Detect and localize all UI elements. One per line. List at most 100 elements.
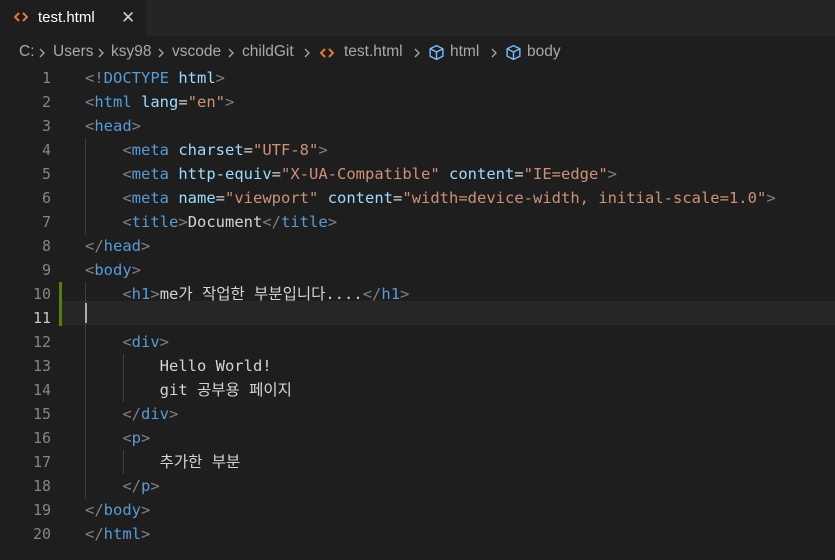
breadcrumb-item-drive[interactable]: C:	[19, 43, 35, 61]
tab-bar: test.html ✕	[0, 0, 835, 36]
code-line[interactable]: 16 <p>	[0, 426, 835, 450]
code-token: head	[103, 237, 141, 255]
html-file-icon	[14, 12, 28, 22]
code-text: <head>	[85, 114, 141, 138]
code-line[interactable]: 6 <meta name="viewport" content="width=d…	[0, 186, 835, 210]
code-line[interactable]: 5 <meta http-equiv="X-UA-Compatible" con…	[0, 162, 835, 186]
code-token: http-equiv	[178, 165, 272, 183]
code-token: <!	[85, 69, 104, 87]
code-token: </	[85, 525, 104, 543]
code-token: </	[122, 405, 141, 423]
line-number: 18	[32, 477, 51, 495]
code-token: >	[159, 333, 170, 351]
code-token: >	[141, 501, 151, 519]
code-line[interactable]: 20 </html>	[0, 522, 835, 546]
code-editor[interactable]: 1 <!DOCTYPE html> 2 <html lang="en"> 3 <head>…	[0, 66, 835, 560]
code-line[interactable]: 9 <body>	[0, 258, 835, 282]
code-token: Hello World!	[85, 357, 272, 375]
code-token: >	[327, 213, 338, 231]
code-text: <div>	[85, 330, 169, 354]
code-line[interactable]: 1 <!DOCTYPE html>	[0, 66, 835, 90]
breadcrumb-item-file[interactable]: test.html	[344, 43, 403, 61]
code-token: >	[141, 429, 151, 447]
chevron-right-icon	[228, 48, 234, 58]
code-line[interactable]: 8 </head>	[0, 234, 835, 258]
code-line[interactable]: 11	[0, 306, 835, 330]
code-line[interactable]: 7 <title>Document</title>	[0, 210, 835, 234]
code-text: <p>	[85, 426, 150, 450]
code-token: =	[243, 141, 254, 159]
code-token: "X-UA-Compatible"	[281, 165, 440, 183]
code-token: =	[215, 189, 226, 207]
code-token: meta	[131, 141, 169, 159]
code-token: </	[122, 477, 141, 495]
breadcrumb-item-html[interactable]: html	[450, 43, 479, 61]
code-line[interactable]: 18 </p>	[0, 474, 835, 498]
code-token: p	[141, 477, 151, 495]
code-token: "width=device-width, initial-scale=1.0"	[402, 189, 767, 207]
tab-test-html[interactable]: test.html ✕	[0, 0, 146, 36]
code-token: <	[85, 117, 95, 135]
code-text: <meta name="viewport" content="width=dev…	[85, 186, 775, 210]
code-line[interactable]: 14 git 공부용 페이지	[0, 378, 835, 402]
code-line[interactable]: 10 <h1>me가 작업한 부분입니다....</h1>	[0, 282, 835, 306]
code-text: </p>	[85, 474, 159, 498]
line-number: 11	[32, 309, 51, 327]
breadcrumb-item-users[interactable]: Users	[53, 43, 93, 61]
code-token: meta	[131, 165, 169, 183]
code-text: </html>	[85, 522, 150, 546]
code-line[interactable]: 15 </div>	[0, 402, 835, 426]
code-line[interactable]: 19 </body>	[0, 498, 835, 522]
html-element-icon	[429, 44, 444, 61]
line-number: 17	[32, 453, 51, 471]
code-token: >	[141, 237, 151, 255]
code-line[interactable]: 2 <html lang="en">	[0, 90, 835, 114]
code-token: html	[178, 69, 216, 87]
code-token: "UTF-8"	[253, 141, 319, 159]
code-line[interactable]: 17 추가한 부분	[0, 450, 835, 474]
breadcrumb-item-ksy98[interactable]: ksy98	[111, 43, 152, 61]
code-token: >	[400, 285, 410, 303]
code-token: content	[327, 189, 394, 207]
code-token: html	[94, 93, 132, 111]
close-icon[interactable]: ✕	[121, 8, 135, 28]
chevron-right-icon	[491, 48, 497, 58]
code-token: >	[131, 261, 142, 279]
code-token: "viewport"	[225, 189, 319, 207]
breadcrumb-item-vscode[interactable]: vscode	[172, 43, 221, 61]
code-text: <!DOCTYPE html>	[85, 66, 225, 90]
code-text: <title>Document</title>	[85, 210, 337, 234]
breadcrumb-item-childgit[interactable]: childGit	[242, 43, 294, 61]
code-token: >	[150, 285, 160, 303]
breadcrumb-item-body[interactable]: body	[527, 43, 561, 61]
line-number: 16	[32, 429, 51, 447]
code-token: >	[607, 165, 618, 183]
code-text: <meta http-equiv="X-UA-Compatible" conte…	[85, 162, 617, 186]
code-token: <	[122, 189, 132, 207]
code-token: </	[85, 237, 104, 255]
code-token: title	[281, 213, 328, 231]
code-token: =	[271, 165, 282, 183]
code-line[interactable]: 12 <div>	[0, 330, 835, 354]
code-text: <body>	[85, 258, 141, 282]
line-number: 7	[41, 213, 51, 231]
code-line[interactable]: 13 Hello World!	[0, 354, 835, 378]
code-token: lang	[141, 93, 179, 111]
code-line[interactable]: 3 <head>	[0, 114, 835, 138]
code-token: <	[85, 261, 95, 279]
code-text: <html lang="en">	[85, 90, 234, 114]
code-line[interactable]: 4 <meta charset="UTF-8">	[0, 138, 835, 162]
line-number: 14	[32, 381, 51, 399]
code-token: >	[318, 141, 328, 159]
breadcrumb: C: Users ksy98 vscode childGit test.html…	[0, 38, 835, 66]
code-token: </	[362, 285, 382, 303]
code-token: name	[178, 189, 216, 207]
code-token: </	[262, 213, 282, 231]
